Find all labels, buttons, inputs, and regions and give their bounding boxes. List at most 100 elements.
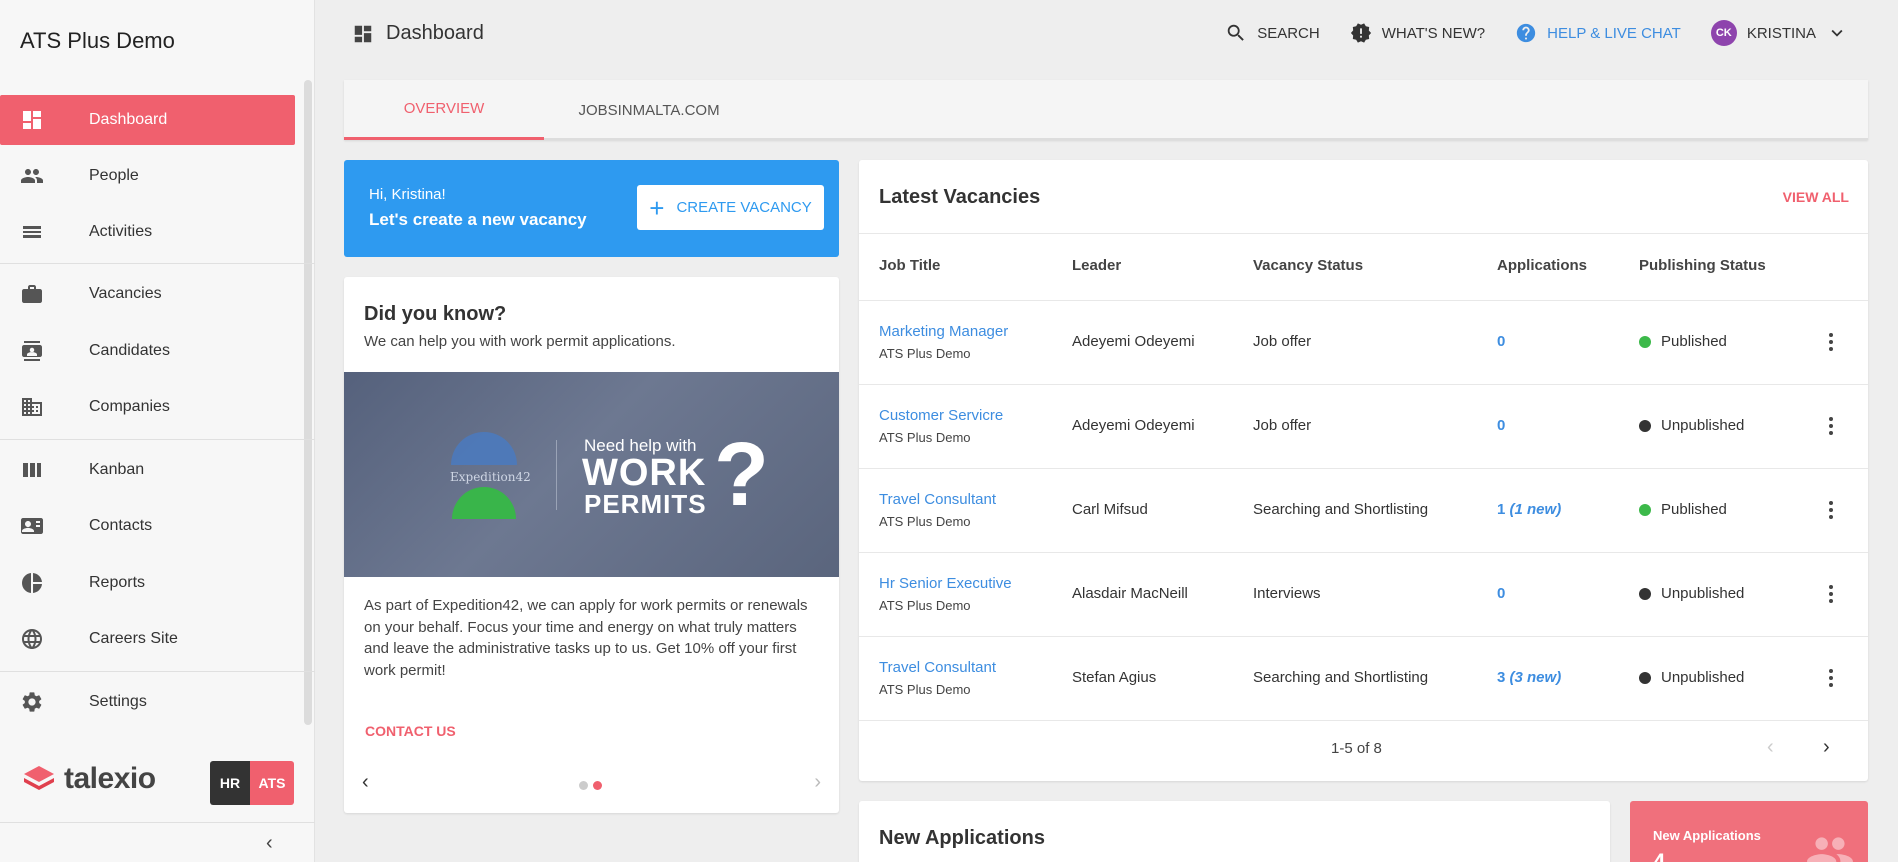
more-vert-icon[interactable] bbox=[1819, 579, 1843, 609]
hr-badge[interactable]: HR bbox=[210, 761, 250, 805]
card-divider bbox=[859, 233, 1868, 234]
new-applications-card: New Applications bbox=[859, 801, 1610, 862]
vacancy-status: Interviews bbox=[1253, 585, 1321, 602]
sidebar-item-reports[interactable]: Reports bbox=[0, 558, 295, 608]
sidebar-item-careers-site[interactable]: Careers Site bbox=[0, 614, 295, 664]
sidebar-item-settings[interactable]: Settings bbox=[0, 677, 295, 727]
sidebar-item-label: Companies bbox=[89, 398, 170, 415]
column-header-publishing-status[interactable]: Publishing Status bbox=[1639, 257, 1766, 274]
table-row: Customer Servicre ATS Plus Demo Adeyemi … bbox=[859, 385, 1868, 469]
job-title-link[interactable]: Hr Senior Executive bbox=[879, 575, 1012, 592]
product-switcher[interactable]: HR ATS bbox=[210, 761, 294, 805]
job-title-link[interactable]: Travel Consultant bbox=[879, 659, 996, 676]
top-actions: SEARCH WHAT'S NEW? HELP & LIVE CHAT CK K… bbox=[1225, 20, 1848, 46]
sidebar-divider bbox=[0, 439, 315, 440]
pagination-next-icon[interactable]: › bbox=[1823, 736, 1830, 759]
create-vacancy-button[interactable]: + CREATE VACANCY bbox=[637, 185, 824, 230]
sidebar-item-activities[interactable]: Activities bbox=[0, 207, 295, 257]
applications-count[interactable]: 0 bbox=[1497, 417, 1505, 434]
company-name: ATS Plus Demo bbox=[879, 682, 971, 697]
sidebar-item-label: Careers Site bbox=[89, 630, 178, 647]
did-you-know-body: As part of Expedition42, we can apply fo… bbox=[364, 597, 808, 679]
sidebar-item-candidates[interactable]: Candidates bbox=[0, 326, 295, 376]
chevron-down-icon bbox=[1831, 29, 1843, 37]
more-vert-icon[interactable] bbox=[1819, 495, 1843, 525]
app-title: ATS Plus Demo bbox=[20, 28, 175, 53]
banner-question-mark: ? bbox=[714, 425, 769, 525]
tab-overview[interactable]: OVERVIEW bbox=[344, 80, 544, 140]
sidebar-scrollbar[interactable] bbox=[304, 80, 312, 725]
sidebar-item-label: Contacts bbox=[89, 517, 153, 534]
applications-count[interactable]: 3 (3 new) bbox=[1497, 669, 1561, 686]
help-live-chat-button[interactable]: HELP & LIVE CHAT bbox=[1515, 22, 1681, 44]
kanban-icon bbox=[20, 458, 44, 482]
sidebar-item-people[interactable]: People bbox=[0, 151, 295, 201]
new-applications-stat-card[interactable]: New Applications 4 bbox=[1630, 801, 1868, 862]
leader-name: Carl Mifsud bbox=[1072, 501, 1148, 518]
applications-count[interactable]: 0 bbox=[1497, 333, 1505, 350]
column-header-job-title[interactable]: Job Title bbox=[879, 257, 940, 274]
page-title-text: Dashboard bbox=[386, 22, 484, 44]
work-permits-banner[interactable]: Expedition42 Need help with WORK PERMITS… bbox=[344, 372, 839, 577]
ats-badge[interactable]: ATS bbox=[250, 761, 294, 805]
sidebar-item-vacancies[interactable]: Vacancies bbox=[0, 269, 295, 319]
more-vert-icon[interactable] bbox=[1819, 327, 1843, 357]
carousel-dot-active[interactable] bbox=[593, 781, 602, 790]
user-menu[interactable]: CK KRISTINA bbox=[1710, 20, 1848, 46]
publishing-status: Published bbox=[1639, 333, 1727, 350]
expedition42-logo-top bbox=[451, 432, 517, 465]
carousel-next-icon[interactable]: › bbox=[814, 771, 821, 794]
status-dot bbox=[1639, 335, 1651, 348]
table-row: Travel Consultant ATS Plus Demo Carl Mif… bbox=[859, 469, 1868, 553]
welcome-card: Hi, Kristina! Let's create a new vacancy… bbox=[344, 160, 839, 257]
company-name: ATS Plus Demo bbox=[879, 514, 971, 529]
applications-number: 1 bbox=[1497, 501, 1506, 518]
stat-label: New Applications bbox=[1653, 828, 1761, 843]
expedition42-logo-text: Expedition42 bbox=[450, 470, 531, 484]
more-vert-icon[interactable] bbox=[1819, 411, 1843, 441]
job-title-link[interactable]: Customer Servicre bbox=[879, 407, 1003, 424]
help-icon bbox=[1516, 23, 1536, 43]
talexio-logo-icon bbox=[24, 766, 54, 790]
sidebar-item-dashboard[interactable]: Dashboard bbox=[0, 95, 295, 145]
carousel-prev-icon[interactable]: ‹ bbox=[362, 771, 369, 794]
table-row: Hr Senior Executive ATS Plus Demo Alasda… bbox=[859, 553, 1868, 637]
page-title: Dashboard bbox=[352, 22, 484, 45]
more-vert-icon[interactable] bbox=[1819, 663, 1843, 693]
carousel-dot[interactable] bbox=[579, 781, 588, 790]
column-header-vacancy-status[interactable]: Vacancy Status bbox=[1253, 257, 1363, 274]
tab-jobsinmalta[interactable]: JOBSINMALTA.COM bbox=[544, 80, 754, 140]
vacancy-status: Searching and Shortlisting bbox=[1253, 501, 1429, 518]
vacancy-status: Job offer bbox=[1253, 417, 1312, 434]
user-name: KRISTINA bbox=[1746, 24, 1816, 42]
gear-icon bbox=[20, 690, 44, 714]
company-name: ATS Plus Demo bbox=[879, 598, 971, 613]
sidebar-item-companies[interactable]: Companies bbox=[0, 382, 295, 432]
applications-count[interactable]: 1 (1 new) bbox=[1497, 501, 1561, 518]
collapse-sidebar-icon[interactable]: ‹ bbox=[266, 832, 273, 855]
whats-new-button[interactable]: WHAT'S NEW? bbox=[1350, 22, 1485, 44]
latest-vacancies-title: Latest Vacancies bbox=[879, 186, 1041, 208]
help-label: HELP & LIVE CHAT bbox=[1547, 24, 1681, 42]
status-dot bbox=[1639, 503, 1651, 516]
sidebar-item-label: Settings bbox=[89, 693, 147, 710]
search-button[interactable]: SEARCH bbox=[1225, 22, 1320, 44]
candidate-icon bbox=[20, 339, 44, 363]
table-row: Marketing Manager ATS Plus Demo Adeyemi … bbox=[859, 301, 1868, 385]
sidebar-item-contacts[interactable]: Contacts bbox=[0, 501, 295, 551]
latest-vacancies-card: Latest Vacancies VIEW ALL Job Title Lead… bbox=[859, 160, 1868, 781]
job-title-link[interactable]: Marketing Manager bbox=[879, 323, 1008, 340]
column-header-leader[interactable]: Leader bbox=[1072, 257, 1121, 274]
job-title-link[interactable]: Travel Consultant bbox=[879, 491, 996, 508]
applications-number: 0 bbox=[1497, 585, 1506, 602]
sidebar-item-kanban[interactable]: Kanban bbox=[0, 445, 295, 495]
publishing-status: Unpublished bbox=[1639, 417, 1744, 434]
view-all-link[interactable]: VIEW ALL bbox=[1783, 189, 1849, 205]
applications-count[interactable]: 0 bbox=[1497, 585, 1505, 602]
briefcase-icon bbox=[20, 282, 44, 306]
pagination-prev-icon[interactable]: ‹ bbox=[1767, 736, 1774, 759]
applications-new: (1 new) bbox=[1509, 501, 1562, 518]
contact-us-link[interactable]: CONTACT US bbox=[365, 723, 456, 739]
contact-card-icon bbox=[20, 514, 44, 538]
column-header-applications[interactable]: Applications bbox=[1497, 257, 1587, 274]
